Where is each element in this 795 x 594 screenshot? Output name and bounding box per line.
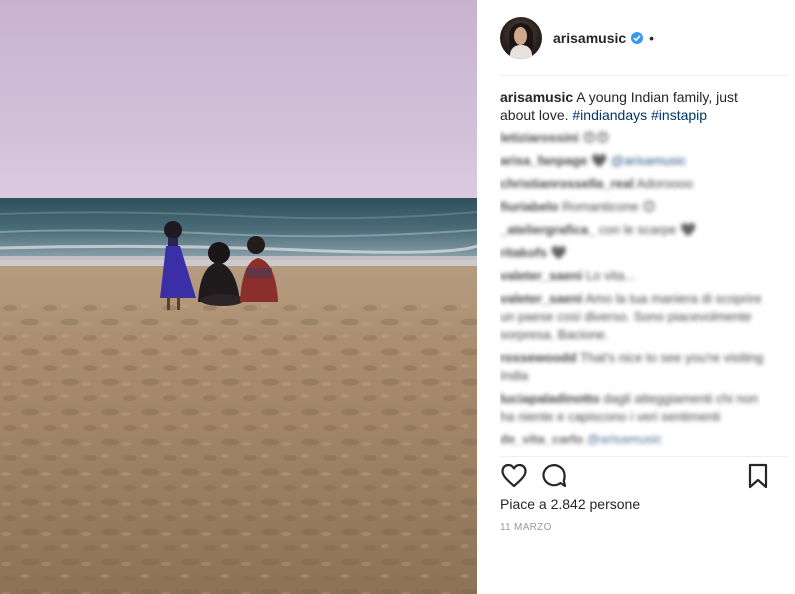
comment-username[interactable]: arisa_fanpage: [500, 153, 587, 168]
list-item: arisa_fanpage 🖤 @arisamusic: [500, 152, 768, 170]
avatar[interactable]: [500, 17, 542, 59]
list-item: valeter_saeni Lo vita...: [500, 267, 768, 285]
comments-fade: [500, 436, 768, 458]
post-photo[interactable]: [0, 0, 477, 594]
avatar-face: [514, 27, 527, 45]
post-header: arisamusic •: [500, 14, 766, 62]
comment-username[interactable]: _ateliergrafica_: [500, 222, 595, 237]
comments-divider: [500, 456, 788, 457]
list-item: ritakofs 🖤: [500, 244, 768, 262]
comment-username[interactable]: christianrossella_real: [500, 176, 634, 191]
post-side-panel: arisamusic • arisamusic A young Indian f…: [477, 0, 795, 594]
comment-text: 🖤: [550, 245, 567, 260]
comment-text: 😍😍: [582, 130, 610, 145]
avatar-body: [510, 45, 532, 59]
list-item: fiuriabelo Romanticone 😊: [500, 198, 768, 216]
heart-icon[interactable]: [500, 462, 528, 490]
list-item: valeter_saeni Amo la tua maniera di scop…: [500, 290, 768, 344]
comment-text: con le scarpe 🖤: [599, 222, 697, 237]
comment-text: Lo vita...: [586, 268, 636, 283]
verified-badge-icon: [631, 32, 644, 44]
header-divider: [500, 75, 788, 76]
comment-username[interactable]: valeter_saeni: [500, 291, 582, 306]
comment-username[interactable]: fiuriabelo: [500, 199, 559, 214]
likes-count[interactable]: Piace a 2.842 persone: [500, 496, 640, 512]
header-separator: •: [649, 30, 655, 46]
comment-text: Romanticone 😊: [562, 199, 656, 214]
list-item: luciapaladinotto dagli atteggiamenti chi…: [500, 390, 768, 426]
caption-username[interactable]: arisamusic: [500, 89, 573, 105]
post-caption: arisamusic A young Indian family, just a…: [500, 88, 768, 124]
list-item: letiziarossini 😍😍: [500, 129, 768, 147]
comments-list[interactable]: arisamusic A young Indian family, just a…: [500, 88, 768, 456]
list-item: _ateliergrafica_ con le scarpe 🖤: [500, 221, 768, 239]
comment-text: 🖤: [591, 153, 608, 168]
hashtag-link[interactable]: #instapip: [651, 107, 707, 123]
comment-username[interactable]: luciapaladinotto: [500, 391, 600, 406]
header-username[interactable]: arisamusic: [553, 30, 626, 46]
hashtag-link[interactable]: #indiandays: [572, 107, 647, 123]
list-item: christianrossella_real Adoroooo: [500, 175, 768, 193]
comment-mention[interactable]: @arisamusic: [611, 153, 686, 168]
comment-text: Adoroooo: [636, 176, 693, 191]
comment-username[interactable]: letiziarossini: [500, 130, 579, 145]
comment-username[interactable]: rossewoodd: [500, 350, 577, 365]
comment-username[interactable]: valeter_saeni: [500, 268, 582, 283]
beach-photo-image: [0, 0, 477, 594]
comment-bubble-icon[interactable]: [540, 462, 568, 490]
comment-username[interactable]: ritakofs: [500, 245, 547, 260]
bookmark-icon[interactable]: [744, 462, 772, 490]
post-date: 11 MARZO: [500, 522, 552, 533]
list-item: rossewoodd That's nice to see you're vis…: [500, 349, 768, 385]
action-bar: [500, 462, 768, 490]
